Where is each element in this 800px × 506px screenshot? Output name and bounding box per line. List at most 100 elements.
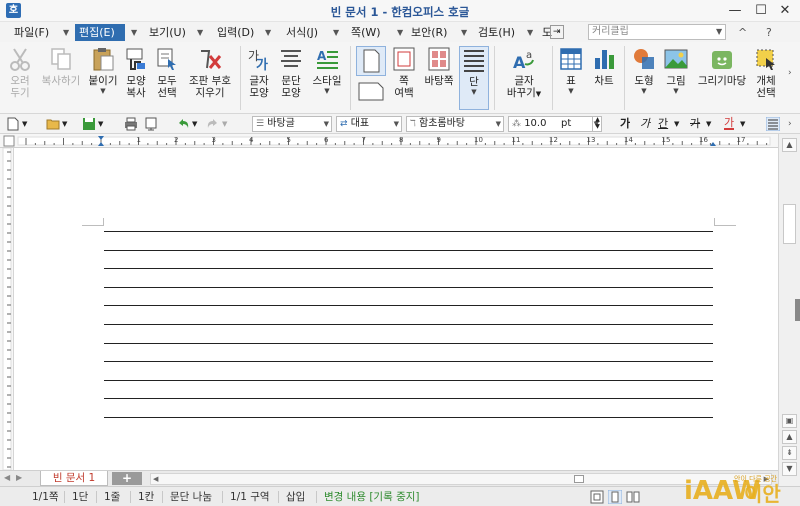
- toolbar-more-icon[interactable]: ›: [788, 117, 792, 131]
- vertical-scrollbar[interactable]: ▲ ▣ ▲ ⇟ ▼: [778, 134, 800, 486]
- h-scroll-thumb[interactable]: [574, 475, 584, 483]
- view-normal-icon[interactable]: [590, 490, 604, 504]
- menu-review[interactable]: 검토(H): [474, 24, 519, 41]
- undo-icon[interactable]: [176, 117, 190, 131]
- ribbon-scroll-right-icon[interactable]: ›: [788, 68, 792, 78]
- menu-insert[interactable]: 입력(D): [213, 24, 258, 41]
- chevron-down-icon[interactable]: ▼: [630, 87, 658, 95]
- chevron-down-icon[interactable]: ▼: [192, 117, 197, 131]
- columns-button[interactable]: 단 ▼: [459, 46, 489, 110]
- align-justify-icon[interactable]: [766, 117, 780, 131]
- copy-button[interactable]: 복사하기: [38, 46, 84, 87]
- print-preview-icon[interactable]: [144, 117, 158, 131]
- print-icon[interactable]: [124, 117, 138, 131]
- chevron-down-icon[interactable]: ▼: [558, 87, 584, 95]
- menu-file[interactable]: 파일(F): [10, 24, 53, 41]
- italic-button[interactable]: 가: [640, 117, 650, 131]
- scroll-thumb[interactable]: [783, 204, 796, 244]
- chevron-down-icon[interactable]: ▼: [222, 117, 227, 131]
- new-document-icon[interactable]: [6, 117, 20, 131]
- font-size-stepper[interactable]: ▲ ▼: [592, 116, 602, 132]
- menu-more-icon[interactable]: ⇥: [550, 25, 564, 39]
- menu-format[interactable]: 서식(J): [282, 24, 322, 41]
- chevron-down-icon[interactable]: ▼: [460, 88, 488, 96]
- strike-button[interactable]: 가: [690, 117, 700, 131]
- view-two-page-icon[interactable]: [626, 490, 640, 504]
- chart-button[interactable]: 차트: [590, 46, 618, 87]
- para-shape-button[interactable]: 문단 모양: [276, 46, 306, 99]
- vertical-ruler[interactable]: [0, 147, 14, 471]
- language-select[interactable]: ⇄ 대표 ▼: [336, 116, 402, 132]
- status-track-changes[interactable]: 변경 내용 [기록 중지]: [324, 490, 420, 504]
- scroll-page-up-button[interactable]: ▲: [782, 430, 797, 444]
- maximize-button[interactable]: ☐: [750, 2, 772, 20]
- chevron-down-icon[interactable]: ▼: [706, 117, 711, 131]
- open-folder-icon[interactable]: [46, 117, 60, 131]
- chevron-down-icon[interactable]: ▼: [527, 24, 533, 41]
- menu-page[interactable]: 쪽(W): [347, 24, 385, 41]
- view-page-icon[interactable]: [608, 490, 622, 504]
- chevron-down-icon[interactable]: ▼: [98, 117, 103, 131]
- search-input[interactable]: 커리클립: [588, 24, 726, 40]
- chevron-down-icon[interactable]: ▼: [674, 117, 679, 131]
- chevron-down-icon[interactable]: ▼: [740, 117, 745, 131]
- landscape-page-button[interactable]: [356, 80, 386, 104]
- page-margin-button[interactable]: 쪽 여백: [390, 46, 418, 99]
- picture-button[interactable]: 그림 ▼: [662, 46, 690, 95]
- search-dropdown-icon[interactable]: ▼: [716, 25, 722, 39]
- tab-nav-right-icon[interactable]: ▶: [16, 473, 22, 482]
- font-select[interactable]: ℸ 함초롬바탕 ▼: [406, 116, 504, 132]
- prev-page-icon[interactable]: ▣: [782, 414, 797, 428]
- menu-view[interactable]: 보기(U): [145, 24, 190, 41]
- menu-edit[interactable]: 편집(E): [75, 24, 125, 41]
- collapse-ribbon-button[interactable]: ^: [734, 24, 751, 41]
- bold-button[interactable]: 가: [620, 117, 630, 131]
- chevron-down-icon[interactable]: ▼: [197, 24, 203, 41]
- erase-marks-button[interactable]: 조판 부호 지우기: [184, 46, 236, 99]
- scroll-left-button[interactable]: ◀: [153, 475, 158, 483]
- save-icon[interactable]: [82, 117, 96, 131]
- scroll-up-button[interactable]: ▲: [782, 138, 797, 152]
- cut-button[interactable]: 오려 두기: [5, 46, 35, 99]
- table-button[interactable]: 표 ▼: [558, 46, 584, 95]
- font-size-select[interactable]: ⁂ 10.0 pt ▼ ▲ ▼: [508, 116, 602, 132]
- horizontal-ruler[interactable]: 1 2 3 4 5 6 7 8 9 10 11 12 13 14 15 16 17: [0, 134, 778, 148]
- help-button[interactable]: ?: [762, 24, 776, 41]
- add-tab-button[interactable]: +: [112, 472, 142, 485]
- chevron-down-icon[interactable]: ▼: [536, 90, 541, 98]
- chevron-down-icon[interactable]: ▼: [63, 24, 69, 41]
- chevron-down-icon[interactable]: ▼: [22, 117, 27, 131]
- char-shape-button[interactable]: 가가 글자 모양: [244, 46, 274, 99]
- format-copy-button[interactable]: 모양 복사: [122, 46, 150, 99]
- chevron-down-icon[interactable]: ▼: [86, 87, 120, 95]
- scroll-page-down-button[interactable]: ⇟: [782, 446, 797, 460]
- horizontal-scrollbar[interactable]: ◀ ▶: [150, 473, 772, 485]
- background-page-button[interactable]: 바탕쪽: [422, 46, 456, 87]
- clipart-button[interactable]: 그리기마당: [696, 46, 748, 87]
- tab-document[interactable]: 빈 문서 1: [40, 471, 108, 486]
- chevron-down-icon[interactable]: ▼: [131, 24, 137, 41]
- chevron-down-icon[interactable]: ▼: [333, 24, 339, 41]
- chevron-down-icon[interactable]: ▼: [308, 87, 346, 95]
- select-all-button[interactable]: 모두 선택: [153, 46, 181, 99]
- chevron-down-icon[interactable]: ▼: [461, 24, 467, 41]
- char-replace-button[interactable]: Aa 글자 바꾸기▼: [502, 46, 546, 100]
- minimize-button[interactable]: —: [724, 2, 746, 20]
- sidebar-toggle[interactable]: [795, 299, 800, 321]
- font-color-button[interactable]: 가: [724, 117, 735, 130]
- close-button[interactable]: ✕: [774, 2, 796, 20]
- underline-button[interactable]: 간: [658, 117, 668, 131]
- status-page[interactable]: 1/1쪽: [32, 490, 59, 504]
- menu-security[interactable]: 보안(R): [407, 24, 451, 41]
- paste-button[interactable]: 붙이기 ▼: [86, 46, 120, 95]
- chevron-down-icon[interactable]: ▼: [662, 87, 690, 95]
- redo-icon[interactable]: [206, 117, 220, 131]
- chevron-down-icon[interactable]: ▼: [62, 117, 67, 131]
- object-select-button[interactable]: 개체 선택: [752, 46, 780, 99]
- style-select[interactable]: ☰ 바탕글 ▼: [252, 116, 332, 132]
- chevron-down-icon[interactable]: ▼: [397, 24, 403, 41]
- document-canvas[interactable]: [0, 148, 778, 470]
- portrait-page-button[interactable]: [356, 46, 386, 76]
- style-button[interactable]: A 스타일 ▼: [308, 46, 346, 95]
- shape-button[interactable]: 도형 ▼: [630, 46, 658, 95]
